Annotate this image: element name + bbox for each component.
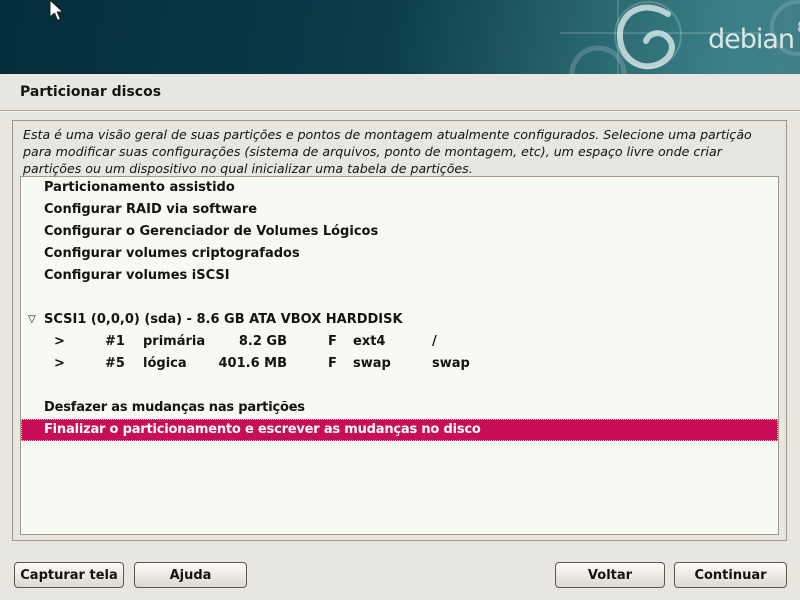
continue-button[interactable]: Continuar: [674, 562, 787, 588]
list-item-configure-lvm[interactable]: Configurar o Gerenciador de Volumes Lógi…: [21, 221, 778, 243]
debian-logotype: debian8: [708, 24, 800, 55]
partition-size: 8.2 GB: [199, 331, 287, 353]
page-title: Particionar discos: [20, 84, 161, 100]
back-button[interactable]: Voltar: [555, 562, 665, 588]
list-spacer: [21, 375, 778, 397]
disk-label: SCSI1 (0,0,0) (sda) - 8.6 GB ATA VBOX HA…: [44, 312, 403, 327]
list-item-partition-5[interactable]: > #5 lógica 401.6 MB F swap swap: [21, 353, 778, 375]
list-item-configure-iscsi[interactable]: Configurar volumes iSCSI: [21, 265, 778, 287]
step-description: Esta é uma visão geral de suas partições…: [23, 126, 771, 177]
partition-flag: F: [328, 353, 337, 375]
partition-mountpoint: swap: [432, 353, 470, 375]
screenshot-button[interactable]: Capturar tela: [14, 562, 124, 588]
title-divider: [0, 110, 800, 112]
mouse-cursor-icon: [49, 0, 65, 22]
list-item-configure-raid[interactable]: Configurar RAID via software: [21, 199, 778, 221]
partition-list: Particionamento assistido Configurar RAI…: [20, 176, 779, 535]
list-item-finish-partitioning[interactable]: Finalizar o particionamento e escrever a…: [21, 419, 778, 441]
partition-number: #1: [105, 331, 125, 353]
installer-window: debian8 Particionar discos Esta é uma vi…: [0, 0, 800, 600]
partition-mountpoint: /: [432, 331, 437, 353]
partition-flag: F: [328, 331, 337, 353]
expander-down-icon[interactable]: ▽: [28, 309, 36, 331]
list-item-guided-partitioning[interactable]: Particionamento assistido: [21, 177, 778, 199]
partition-marker-icon: >: [54, 331, 65, 353]
partition-size: 401.6 MB: [199, 353, 287, 375]
header-banner: debian8: [0, 0, 800, 74]
partition-fs: ext4: [353, 331, 385, 353]
partition-marker-icon: >: [54, 353, 65, 375]
list-item-undo-changes[interactable]: Desfazer as mudanças nas partições: [21, 397, 778, 419]
list-item-configure-crypto[interactable]: Configurar volumes criptografados: [21, 243, 778, 265]
partition-type: lógica: [143, 353, 187, 375]
partition-number: #5: [105, 353, 125, 375]
partition-fs: swap: [353, 353, 391, 375]
help-button[interactable]: Ajuda: [134, 562, 247, 588]
list-item-disk-sda[interactable]: ▽ SCSI1 (0,0,0) (sda) - 8.6 GB ATA VBOX …: [21, 309, 778, 331]
content-frame: Esta é uma visão geral de suas partições…: [12, 120, 787, 541]
list-spacer: [21, 287, 778, 309]
partition-type: primária: [143, 331, 205, 353]
list-item-partition-1[interactable]: > #1 primária 8.2 GB F ext4 /: [21, 331, 778, 353]
